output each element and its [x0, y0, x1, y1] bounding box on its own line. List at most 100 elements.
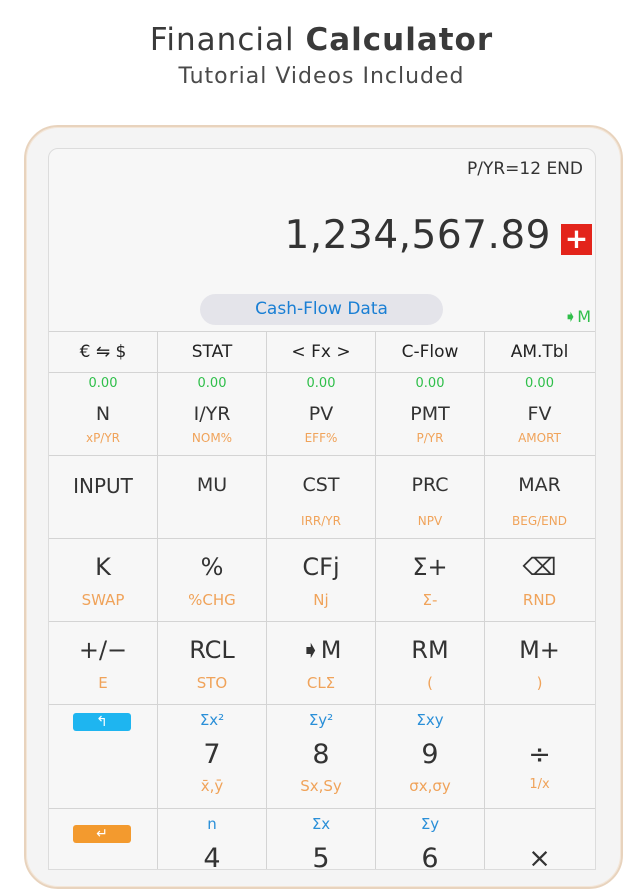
store-memory-label: ➧M	[300, 636, 342, 664]
pmt-label: PMT	[410, 403, 450, 425]
keypad: € ⇋ $ STAT < Fx > C-Flow AM.Tbl 0.00 NxP/…	[49, 331, 595, 869]
n-value: 0.00	[88, 376, 118, 391]
key-8-top: Σy²	[308, 711, 334, 729]
tvm-row: 0.00 NxP/YR 0.00 I/YR NOM% 0.00 PV EFF% 0.00 P…	[49, 373, 595, 456]
calculator-screen: P/YR=12 END 1,234,567.89 + Cash-Flow Dat…	[48, 148, 596, 870]
cfj-label: CFj	[302, 553, 340, 581]
rm-secondary: (	[427, 674, 433, 692]
iyr-label: I/YR	[193, 403, 231, 425]
key-7-top: Σx²	[199, 711, 225, 729]
memory-indicator: ➧M	[563, 307, 591, 326]
key-7[interactable]: Σx² 7 x̄,ȳ	[158, 705, 267, 808]
k-key[interactable]: K SWAP	[49, 539, 158, 621]
pv-value: 0.00	[306, 376, 336, 391]
rm-key[interactable]: RM (	[376, 622, 485, 704]
cfj-key[interactable]: CFj Nj	[267, 539, 376, 621]
divide-secondary: 1/x	[529, 777, 550, 792]
fv-value: 0.00	[525, 376, 554, 391]
pmt-value: 0.00	[415, 376, 445, 391]
fv-secondary: AMORT	[518, 431, 561, 445]
hero-title-bold: Calculator	[305, 22, 494, 58]
stat-key[interactable]: STAT	[158, 332, 267, 372]
divide-label: ÷	[528, 739, 551, 770]
fx-key[interactable]: < Fx >	[267, 332, 376, 372]
pricing-row: INPUT MU CST IRR/YR PRC NPV MAR BEG/END	[49, 456, 595, 539]
enter-icon[interactable]: ↵	[73, 825, 131, 843]
key-9-secondary: σx,σy	[409, 777, 451, 795]
key-8-label: 8	[312, 739, 330, 770]
n-key[interactable]: 0.00 NxP/YR	[49, 373, 158, 455]
cflow-key[interactable]: C-Flow	[376, 332, 485, 372]
key-7-secondary: x̄,ȳ	[200, 777, 224, 795]
key-9-top: Σxy	[416, 711, 444, 729]
iyr-value: 0.00	[197, 376, 227, 391]
digit-row-456: ↵ n4 Σx 5 Σy 6 ×	[49, 809, 595, 869]
rcl-secondary: STO	[196, 674, 228, 692]
hero-title: Financial Calculator	[0, 22, 643, 58]
n-label: N	[95, 403, 111, 425]
mar-key[interactable]: MAR BEG/END	[485, 456, 594, 538]
currency-key[interactable]: € ⇋ $	[49, 332, 158, 372]
percent-key[interactable]: % %CHG	[158, 539, 267, 621]
plus-icon[interactable]: +	[561, 224, 592, 255]
hero-subtitle: Tutorial Videos Included	[178, 64, 465, 89]
key-5[interactable]: Σx 5	[267, 809, 376, 869]
prc-key[interactable]: PRC NPV	[376, 456, 485, 538]
memory-row: +/− E RCL STO ➧M CLΣ RM ( M+)	[49, 622, 595, 705]
sign-label: +/−	[78, 636, 128, 664]
sigma-plus-key[interactable]: Σ+ Σ-	[376, 539, 485, 621]
mu-key[interactable]: MU	[158, 456, 267, 538]
stats-row: K SWAP % %CHG CFj Nj Σ+ Σ- ⌫ RND	[49, 539, 595, 622]
mu-label: MU	[196, 474, 228, 496]
pv-key[interactable]: 0.00 PV EFF%	[267, 373, 376, 455]
mar-secondary: BEG/END	[512, 514, 567, 528]
key-8-secondary: Sx,Sy	[300, 777, 342, 795]
input-label: INPUT	[73, 474, 133, 498]
mar-label: MAR	[518, 474, 561, 496]
sign-secondary: E	[98, 674, 108, 692]
m-plus-label: M+	[519, 636, 560, 664]
pmt-key[interactable]: 0.00 PMT P/YR	[376, 373, 485, 455]
k-label: K	[95, 553, 111, 581]
cst-secondary: IRR/YR	[301, 514, 341, 528]
main-display: 1,234,567.89	[284, 213, 551, 258]
hero-title-regular: Financial	[149, 22, 295, 58]
percent-label: %	[200, 553, 224, 581]
m-plus-key[interactable]: M+)	[485, 622, 594, 704]
sigma-plus-label: Σ+	[412, 553, 448, 581]
digit-row-789: ↰ Σx² 7 x̄,ȳ Σy² 8 Sx,Sy Σxy 9 σx,σy ÷ 1/x	[49, 705, 595, 809]
backspace-secondary: RND	[522, 591, 557, 609]
key-4[interactable]: n4	[158, 809, 267, 869]
mode-status: P/YR=12 END	[466, 159, 583, 179]
shift-cell[interactable]: ↰	[49, 705, 158, 808]
divide-key[interactable]: ÷ 1/x	[485, 705, 594, 808]
cst-key[interactable]: CST IRR/YR	[267, 456, 376, 538]
multiply-key[interactable]: ×	[485, 809, 594, 869]
input-key[interactable]: INPUT	[49, 456, 158, 538]
key-5-label: 5	[312, 843, 330, 870]
fv-label: FV	[527, 403, 552, 425]
pmt-secondary: P/YR	[416, 431, 444, 445]
key-9[interactable]: Σxy 9 σx,σy	[376, 705, 485, 808]
key-6-top: Σy	[420, 815, 440, 833]
iyr-secondary: NOM%	[191, 431, 233, 445]
sign-key[interactable]: +/− E	[49, 622, 158, 704]
k-secondary: SWAP	[81, 591, 125, 609]
rcl-key[interactable]: RCL STO	[158, 622, 267, 704]
cash-flow-data-button[interactable]: Cash-Flow Data	[200, 294, 443, 325]
key-6[interactable]: Σy 6	[376, 809, 485, 869]
prc-label: PRC	[411, 474, 449, 496]
key-6-label: 6	[421, 843, 439, 870]
key-5-top: Σx	[311, 815, 331, 833]
pv-label: PV	[308, 403, 334, 425]
enter-cell[interactable]: ↵	[49, 809, 158, 869]
amortization-table-key[interactable]: AM.Tbl	[485, 332, 594, 372]
backspace-key[interactable]: ⌫ RND	[485, 539, 594, 621]
key-8[interactable]: Σy² 8 Sx,Sy	[267, 705, 376, 808]
store-memory-key[interactable]: ➧M CLΣ	[267, 622, 376, 704]
n-secondary: xP/YR	[85, 431, 121, 445]
fv-key[interactable]: 0.00 FV AMORT	[485, 373, 594, 455]
shift-icon[interactable]: ↰	[73, 713, 131, 731]
iyr-key[interactable]: 0.00 I/YR NOM%	[158, 373, 267, 455]
function-row: € ⇋ $ STAT < Fx > C-Flow AM.Tbl	[49, 332, 595, 373]
